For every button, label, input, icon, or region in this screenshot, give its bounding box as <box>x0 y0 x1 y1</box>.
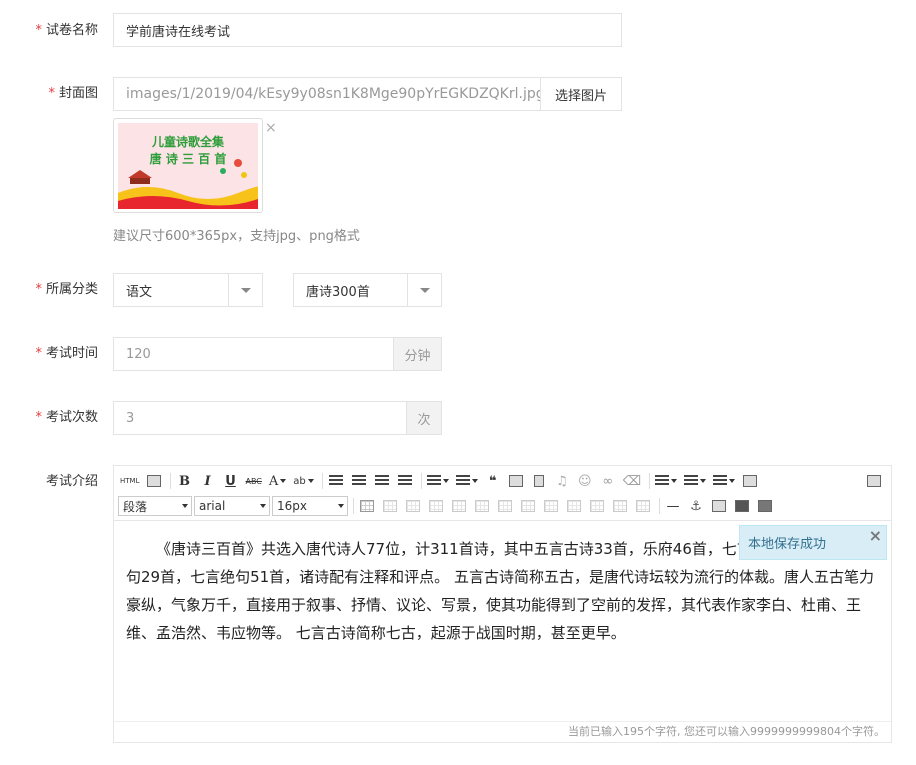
align-justify-icon[interactable] <box>395 471 415 491</box>
insert-code-icon[interactable] <box>709 496 729 516</box>
required-mark: * <box>35 282 42 297</box>
emoji-icon[interactable]: ☺ <box>575 471 595 491</box>
chevron-down-icon <box>407 274 441 306</box>
table-op-icon[interactable] <box>449 496 469 516</box>
cover-image: 儿童诗歌全集 唐 诗 三 百 首 <box>118 123 258 209</box>
horizontal-rule-icon[interactable]: — <box>663 496 683 516</box>
toolbar-divider <box>420 473 422 489</box>
toolbar-divider <box>649 473 651 489</box>
table-op-icon[interactable] <box>587 496 607 516</box>
duration-input[interactable]: 120 <box>113 337 394 371</box>
category-primary-select[interactable]: 语文 <box>113 273 263 307</box>
toolbar-divider <box>659 498 660 514</box>
cover-path-input[interactable]: images/1/2019/04/kEsy9y08sn1K8Mge90pYrEG… <box>113 77 545 111</box>
blockquote-icon[interactable]: ❝ <box>483 471 503 491</box>
duration-unit: 分钟 <box>393 337 442 371</box>
table-op-icon[interactable] <box>541 496 561 516</box>
title-input[interactable]: 学前唐诗在线考试 <box>113 13 622 47</box>
cover-hint: 建议尺寸600*365px，支持jpg、png格式 <box>113 229 360 244</box>
title-label: * 试卷名称 <box>35 23 98 38</box>
category-label: * 所属分类 <box>35 282 98 297</box>
indent-icon[interactable] <box>653 471 679 491</box>
anchor-icon[interactable]: ⚓ <box>686 496 706 516</box>
paragraph-select[interactable]: 段落 <box>118 496 192 516</box>
italic-button[interactable]: I <box>197 471 217 491</box>
table-op-icon[interactable] <box>380 496 400 516</box>
cover-image-text-2: 唐 诗 三 百 首 <box>149 152 227 166</box>
music-icon[interactable]: ♫ <box>552 471 572 491</box>
required-mark: * <box>35 23 42 38</box>
attempts-unit: 次 <box>406 401 442 435</box>
chevron-down-icon <box>228 274 262 306</box>
format-icon[interactable] <box>740 471 760 491</box>
align-right-icon[interactable] <box>372 471 392 491</box>
highlight-icon: ab <box>293 475 306 487</box>
choose-image-button[interactable]: 选择图片 <box>540 77 622 111</box>
ordered-list-icon[interactable] <box>425 471 451 491</box>
toolbar-divider <box>321 473 323 489</box>
toolbar-divider <box>170 473 172 489</box>
row-spacing-icon[interactable] <box>682 471 708 491</box>
toolbar-divider <box>353 498 354 514</box>
table-op-icon[interactable] <box>495 496 515 516</box>
table-op-icon[interactable] <box>610 496 630 516</box>
line-height-icon[interactable] <box>711 471 737 491</box>
unordered-list-icon[interactable] <box>454 471 480 491</box>
table-op-icon[interactable] <box>472 496 492 516</box>
category-secondary-select[interactable]: 唐诗300首 <box>293 273 442 307</box>
table-op-icon[interactable] <box>564 496 584 516</box>
required-mark: * <box>48 86 55 101</box>
cover-thumbnail[interactable]: 儿童诗歌全集 唐 诗 三 百 首 <box>113 118 263 213</box>
rich-text-editor[interactable]: HTML B I U ABC A ab ❝ ♫ ☺ ∞ ⌫ 段落 arial 1… <box>113 465 892 743</box>
remove-cover-icon[interactable]: × <box>265 121 277 135</box>
fullscreen-icon[interactable] <box>864 471 884 491</box>
bold-button[interactable]: B <box>174 471 194 491</box>
autosave-toast: 本地保存成功 × <box>739 525 887 560</box>
print-icon[interactable] <box>732 496 752 516</box>
toast-message: 本地保存成功 <box>748 537 827 552</box>
strikethrough-button[interactable]: ABC <box>243 471 263 491</box>
editor-toolbar: HTML B I U ABC A ab ❝ ♫ ☺ ∞ ⌫ 段落 arial 1… <box>114 466 891 521</box>
attempts-label: * 考试次数 <box>35 410 98 425</box>
underline-button[interactable]: U <box>220 471 240 491</box>
close-icon[interactable]: × <box>869 526 882 545</box>
eraser-icon[interactable]: ⌫ <box>621 471 643 491</box>
html-source-button[interactable]: HTML <box>118 471 141 491</box>
cover-image-text-1: 儿童诗歌全集 <box>151 135 224 149</box>
table-op-icon[interactable] <box>518 496 538 516</box>
required-mark: * <box>35 346 42 361</box>
intro-label: 考试介绍 <box>45 474 98 489</box>
required-mark: * <box>35 410 42 425</box>
font-size-select[interactable]: 16px <box>272 496 348 516</box>
duration-label: * 考试时间 <box>35 346 98 361</box>
char-counter: 当前已输入195个字符, 您还可以输入9999999999804个字符。 <box>114 721 891 742</box>
link-icon[interactable]: ∞ <box>598 471 618 491</box>
table-op-icon[interactable] <box>403 496 423 516</box>
preview-icon[interactable] <box>144 471 164 491</box>
video-icon[interactable] <box>529 471 549 491</box>
table-op-icon[interactable] <box>633 496 653 516</box>
paste-icon[interactable] <box>755 496 775 516</box>
attempts-input[interactable]: 3 <box>113 401 407 435</box>
insert-table-icon[interactable] <box>357 496 377 516</box>
image-icon[interactable] <box>506 471 526 491</box>
align-left-icon[interactable] <box>326 471 346 491</box>
font-family-select[interactable]: arial <box>194 496 270 516</box>
table-op-icon[interactable] <box>426 496 446 516</box>
align-center-icon[interactable] <box>349 471 369 491</box>
font-color-button[interactable]: A <box>267 471 288 491</box>
cover-label: * 封面图 <box>48 86 98 101</box>
background-color-button[interactable]: ab <box>291 471 315 491</box>
